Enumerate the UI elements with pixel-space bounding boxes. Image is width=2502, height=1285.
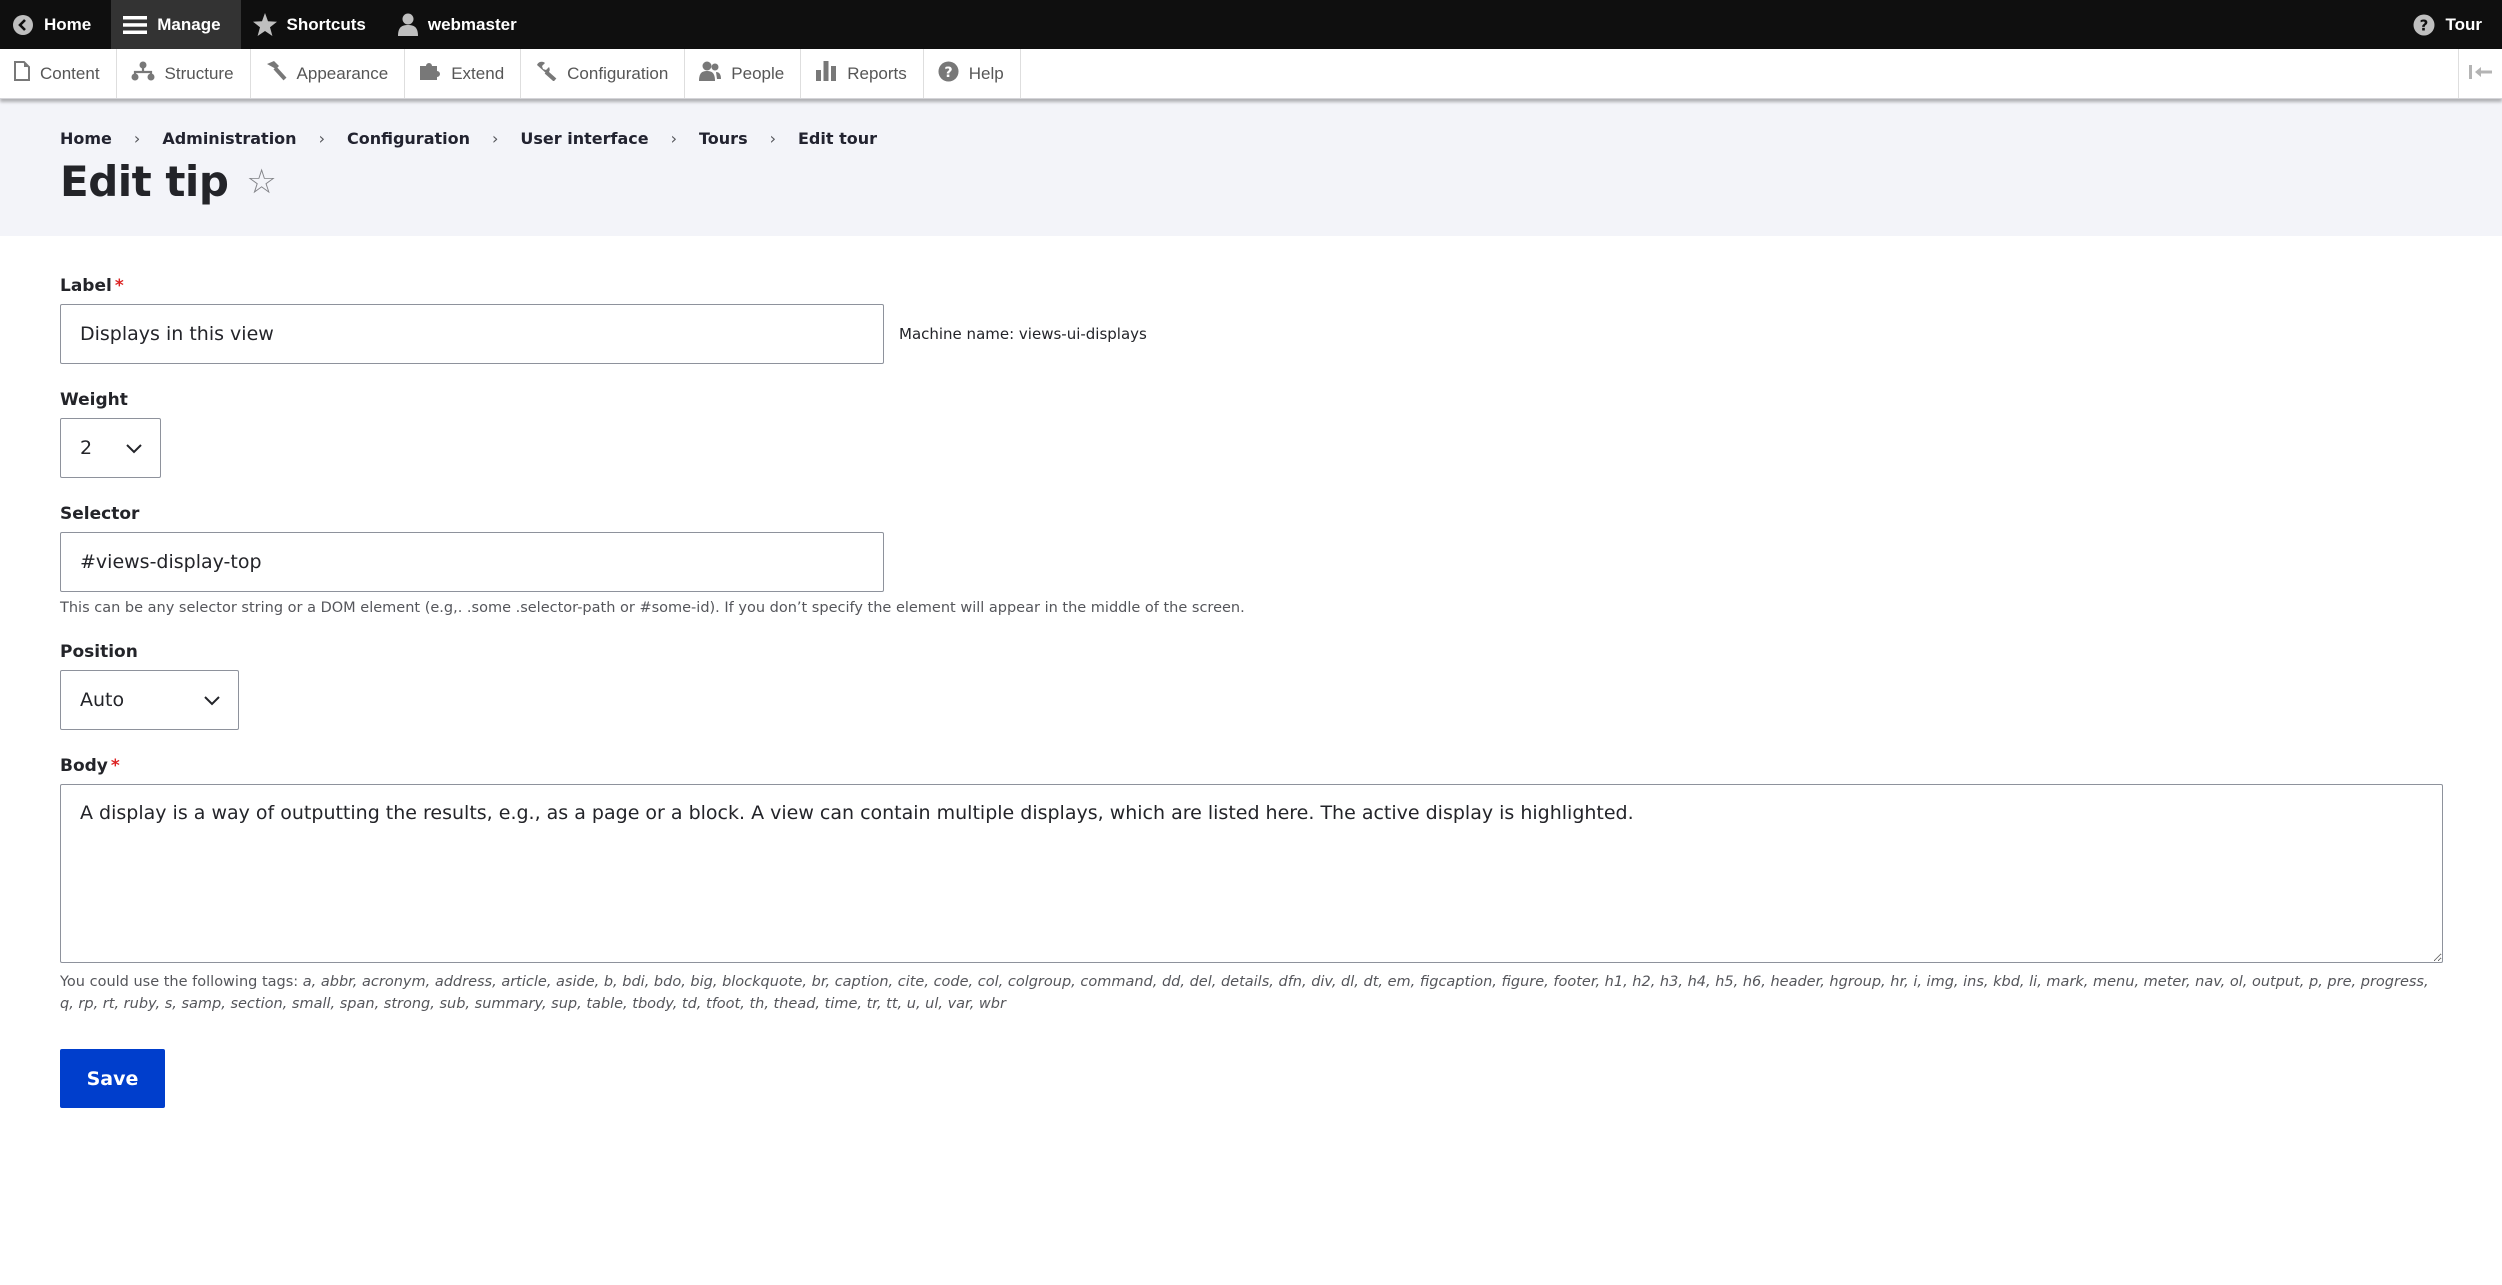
toolbar-shortcuts-tab[interactable]: Shortcuts: [241, 0, 386, 49]
selector-field-title: Selector: [60, 504, 140, 524]
admin-menu-tray: Content Structure Appearance Extend Conf…: [0, 49, 2502, 99]
tray-label-help: Help: [968, 63, 1004, 83]
position-select-value: Auto: [80, 689, 125, 711]
weight-select-value: 2: [80, 437, 93, 459]
toolbar-home-label: Home: [44, 14, 92, 34]
tray-spacer: [1021, 49, 2458, 98]
page-title: Edit tip: [60, 157, 229, 206]
allowed-tags-description: You could use the following tags: a, abb…: [60, 971, 2443, 1015]
tray-item-people[interactable]: People: [685, 49, 802, 98]
breadcrumb-separator-icon: ›: [133, 128, 141, 148]
allowed-tags-prefix: You could use the following tags:: [60, 974, 303, 990]
shortcut-star-icon[interactable]: ☆: [246, 162, 276, 202]
tray-item-help[interactable]: ? Help: [924, 49, 1021, 98]
tray-item-structure[interactable]: Structure: [117, 49, 251, 98]
weight-field-group: Weight 2: [60, 390, 2442, 478]
paintbrush-icon: [265, 61, 287, 86]
page-header: Home › Administration › Configuration › …: [0, 99, 2502, 236]
user-icon: [397, 13, 418, 36]
tray-label-people: People: [731, 63, 785, 83]
document-icon: [14, 61, 30, 86]
breadcrumb: Home › Administration › Configuration › …: [60, 125, 2442, 151]
label-field-title: Label *: [60, 276, 2442, 296]
position-select[interactable]: Auto: [60, 670, 239, 730]
breadcrumb-separator-icon: ›: [769, 128, 776, 148]
label-input[interactable]: [60, 304, 884, 364]
hamburger-icon: [123, 15, 148, 35]
toolbar-tour-label: Tour: [2445, 14, 2482, 34]
tray-label-configuration: Configuration: [567, 63, 669, 83]
label-field-row: Machine name: views-ui-displays: [60, 304, 2442, 364]
tray-label-appearance: Appearance: [296, 63, 389, 83]
required-marker: *: [110, 756, 120, 776]
chevron-down-icon: [204, 689, 220, 711]
body-textarea[interactable]: A display is a way of outputting the res…: [60, 784, 2443, 963]
chevron-down-icon: [126, 437, 142, 459]
selector-field-group: Selector This can be any selector string…: [60, 504, 2442, 616]
breadcrumb-edit-tour[interactable]: Edit tour: [798, 129, 877, 148]
toolbar-user-label: webmaster: [427, 14, 517, 34]
required-marker: *: [114, 276, 124, 296]
breadcrumb-home[interactable]: Home: [60, 129, 112, 148]
tray-label-reports: Reports: [847, 63, 907, 83]
wrench-icon: [535, 61, 557, 86]
tray-label-extend: Extend: [451, 63, 505, 83]
save-button[interactable]: Save: [60, 1049, 165, 1108]
help-icon: ?: [938, 60, 959, 87]
toolbar-shortcuts-label: Shortcuts: [286, 14, 366, 34]
tray-item-configuration[interactable]: Configuration: [521, 49, 686, 98]
back-arrow-icon: [12, 14, 34, 36]
bar-chart-icon: [815, 61, 837, 86]
selector-description: This can be any selector string or a DOM…: [60, 600, 1245, 616]
toolbar-tour-button[interactable]: ? Tour: [2401, 0, 2502, 49]
breadcrumb-separator-icon: ›: [492, 128, 499, 148]
body-field-title-text: Body: [60, 756, 108, 776]
edit-tip-form: Label* Machine name: views-ui-displays W…: [0, 236, 2502, 1108]
people-icon: [699, 61, 722, 86]
breadcrumb-tours[interactable]: Tours: [699, 129, 748, 148]
title-row: Edit tip ☆: [60, 157, 2442, 206]
collapse-sidebar-icon: [2468, 64, 2493, 84]
puzzle-icon: [419, 61, 441, 86]
tray-item-content[interactable]: Content: [0, 49, 117, 98]
label-field-title-text: Label: [60, 276, 112, 296]
selector-input[interactable]: [60, 532, 884, 592]
tray-item-appearance[interactable]: Appearance: [251, 49, 406, 98]
help-icon: ?: [2413, 14, 2435, 36]
body-field-group: Body * A display is a way of outputting t…: [60, 756, 2443, 1015]
breadcrumb-separator-icon: ›: [318, 128, 325, 148]
sitemap-icon: [131, 61, 155, 86]
allowed-tags-list: a, abbr, acronym, address, article, asid…: [60, 974, 2429, 1012]
breadcrumb-administration[interactable]: Administration: [162, 129, 296, 148]
body-field-title: Body *: [60, 756, 2442, 776]
toolbar-home-link[interactable]: Home: [0, 0, 111, 49]
breadcrumb-user-interface[interactable]: User interface: [520, 129, 648, 148]
tray-orientation-toggle[interactable]: [2458, 49, 2502, 98]
label-field-group: Label* Machine name: views-ui-displays: [60, 276, 2442, 364]
breadcrumb-configuration[interactable]: Configuration: [347, 129, 470, 148]
tray-item-reports[interactable]: Reports: [801, 49, 924, 98]
position-field-title: Position: [60, 642, 138, 662]
svg-text:?: ?: [944, 64, 952, 80]
tray-item-extend[interactable]: Extend: [405, 49, 522, 98]
breadcrumb-separator-icon: ›: [670, 128, 677, 148]
tray-label-content: Content: [40, 63, 100, 83]
position-field-group: Position Auto: [60, 642, 2442, 730]
admin-toolbar: Home Manage Shortcuts webmaster ? Tour: [0, 0, 2502, 49]
tray-label-structure: Structure: [164, 63, 234, 83]
svg-text:?: ?: [2420, 16, 2429, 34]
toolbar-manage-tab[interactable]: Manage: [111, 0, 241, 49]
weight-select[interactable]: 2: [60, 418, 161, 478]
star-icon: [252, 13, 277, 36]
weight-field-title: Weight: [60, 390, 128, 410]
toolbar-user-tab[interactable]: webmaster: [386, 0, 537, 49]
toolbar-manage-label: Manage: [157, 14, 221, 34]
machine-name-text: Machine name: views-ui-displays: [899, 325, 1147, 343]
